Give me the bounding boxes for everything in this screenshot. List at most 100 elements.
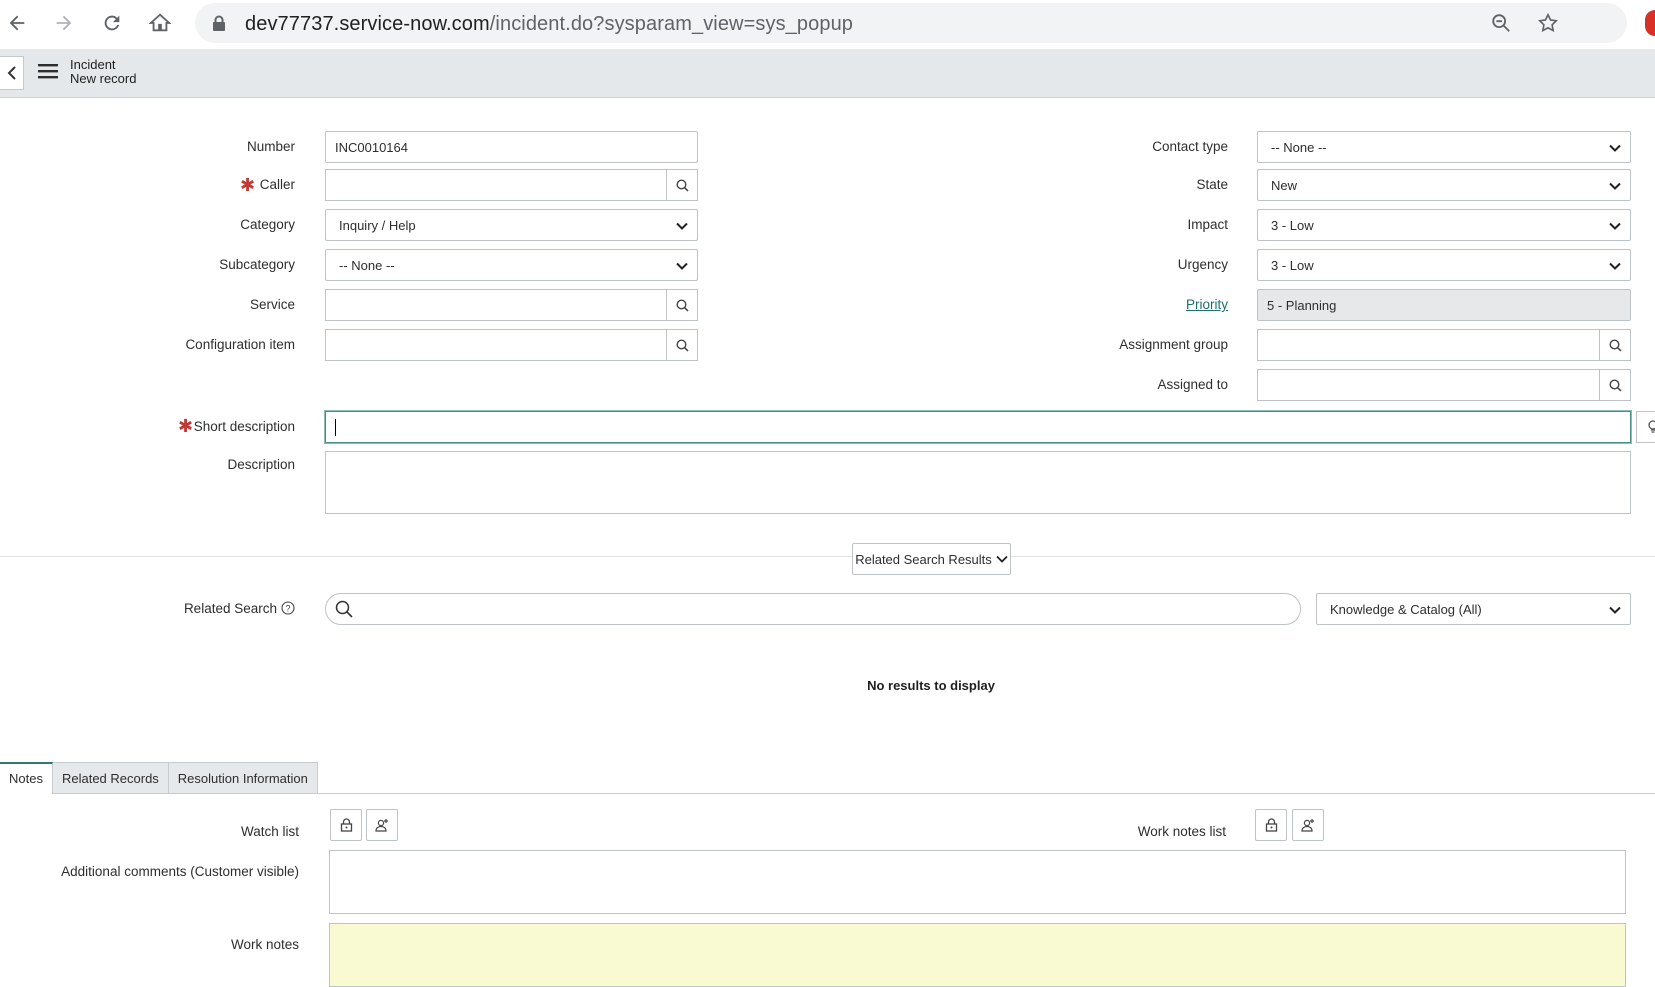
work-notes-list-unlock-button[interactable] (1255, 809, 1287, 841)
state-select[interactable]: New (1257, 169, 1631, 201)
related-search-scope-value: Knowledge & Catalog (All) (1330, 602, 1482, 617)
contact-type-value: -- None -- (1271, 140, 1327, 155)
related-search-label: Related Search (183, 601, 277, 616)
record-table-title: Incident (70, 57, 116, 72)
back-button[interactable] (0, 56, 24, 90)
service-input[interactable] (325, 289, 666, 321)
number-label: Number (246, 139, 295, 154)
caller-lookup-button[interactable] (666, 169, 698, 201)
add-user-icon (1301, 819, 1314, 832)
configuration-item-input[interactable] (325, 329, 666, 361)
chevron-down-icon (1609, 606, 1621, 614)
service-lookup-button[interactable] (666, 289, 698, 321)
tab-notes[interactable]: Notes (0, 762, 53, 794)
impact-value: 3 - Low (1271, 218, 1314, 233)
forward-arrow-icon[interactable] (49, 8, 79, 38)
service-label: Service (249, 297, 295, 312)
assignment-group-label: Assignment group (1119, 337, 1228, 352)
watch-list-unlock-button[interactable] (330, 809, 362, 841)
subcategory-label: Subcategory (219, 257, 295, 272)
watch-list-add-me-button[interactable] (366, 809, 398, 841)
assignment-group-reference (1257, 329, 1631, 361)
related-search-scope-select[interactable]: Knowledge & Catalog (All) (1316, 593, 1631, 625)
tab-resolution-information[interactable]: Resolution Information (168, 762, 318, 794)
priority-link[interactable]: Priority (1030, 297, 1228, 312)
no-results-message: No results to display (867, 678, 995, 693)
text-caret (335, 419, 336, 436)
category-select[interactable]: Inquiry / Help (325, 209, 698, 241)
lock-icon (212, 15, 226, 37)
impact-select[interactable]: 3 - Low (1257, 209, 1631, 241)
description-label: Description (227, 457, 295, 472)
suggestion-lightbulb-icon[interactable] (1636, 411, 1655, 443)
extension-icon[interactable] (1645, 10, 1655, 36)
short-description-label: Short description (193, 419, 295, 434)
related-search-input[interactable] (325, 593, 1301, 625)
additional-comments-textarea[interactable] (329, 850, 1626, 914)
search-icon (1608, 378, 1622, 392)
work-notes-textarea[interactable] (329, 923, 1626, 987)
lock-icon (340, 818, 352, 832)
chevron-down-icon (1609, 182, 1621, 190)
reload-icon[interactable] (97, 8, 127, 38)
category-label: Category (240, 217, 295, 232)
assigned-to-label: Assigned to (1157, 377, 1228, 392)
chevron-down-icon (996, 555, 1008, 563)
service-reference (325, 289, 698, 321)
tab-strip: Notes Related Records Resolution Informa… (0, 762, 318, 794)
form-title: Incident New record (70, 58, 136, 86)
caller-reference (325, 169, 698, 201)
chevron-down-icon (1609, 262, 1621, 270)
search-icon (675, 298, 689, 312)
back-arrow-icon[interactable] (2, 8, 32, 38)
subcategory-select[interactable]: -- None -- (325, 249, 698, 281)
state-value: New (1271, 178, 1298, 193)
short-description-input[interactable] (325, 411, 1631, 443)
record-subtitle: New record (70, 71, 137, 86)
related-search-results-label: Related Search Results (855, 551, 992, 567)
form-header: Incident New record (0, 49, 1655, 98)
assignment-group-input[interactable] (1257, 329, 1599, 361)
configuration-item-label: Configuration item (185, 337, 295, 352)
chevron-down-icon (676, 222, 688, 230)
additional-comments-label: Additional comments (Customer visible) (61, 864, 299, 879)
chevron-left-icon (7, 66, 16, 80)
configuration-item-lookup-button[interactable] (666, 329, 698, 361)
assigned-to-reference (1257, 369, 1631, 401)
category-value: Inquiry / Help (339, 218, 416, 233)
priority-value: 5 - Planning (1267, 298, 1337, 313)
description-textarea[interactable] (325, 451, 1631, 514)
tab-related-records[interactable]: Related Records (52, 762, 169, 794)
urgency-value: 3 - Low (1271, 258, 1314, 273)
add-user-icon (375, 819, 388, 832)
home-icon[interactable] (145, 8, 175, 38)
section-divider (0, 556, 1655, 557)
work-notes-list-add-me-button[interactable] (1292, 809, 1324, 841)
number-value: INC0010164 (335, 140, 408, 155)
assigned-to-lookup-button[interactable] (1599, 369, 1631, 401)
related-search-results-toggle[interactable]: Related Search Results (852, 543, 1011, 575)
caller-label: Caller (259, 177, 295, 192)
subcategory-value: -- None -- (339, 258, 395, 273)
assigned-to-input[interactable] (1257, 369, 1599, 401)
number-field[interactable]: INC0010164 (325, 131, 698, 163)
impact-label: Impact (1187, 217, 1228, 232)
caller-input[interactable] (325, 169, 666, 201)
browser-toolbar: dev77737.service-now.com/incident.do?sys… (0, 0, 1655, 48)
bookmark-star-icon[interactable] (1537, 12, 1559, 39)
contact-type-label: Contact type (1152, 139, 1228, 154)
svg-text:?: ? (285, 604, 290, 614)
contact-type-select[interactable]: -- None -- (1257, 131, 1631, 163)
priority-field: 5 - Planning (1257, 289, 1631, 321)
zoom-out-icon[interactable] (1490, 12, 1512, 39)
incident-form: Number INC0010164 ✱ Caller Category Inqu… (0, 98, 1655, 987)
url-text: dev77737.service-now.com/incident.do?sys… (245, 13, 854, 35)
urgency-select[interactable]: 3 - Low (1257, 249, 1631, 281)
hamburger-menu-icon[interactable] (38, 63, 58, 84)
assignment-group-lookup-button[interactable] (1599, 329, 1631, 361)
search-icon (1608, 338, 1622, 352)
address-bar[interactable]: dev77737.service-now.com/incident.do?sys… (195, 3, 1627, 43)
chevron-down-icon (1609, 222, 1621, 230)
help-icon[interactable]: ? (281, 601, 295, 620)
search-icon (675, 178, 689, 192)
